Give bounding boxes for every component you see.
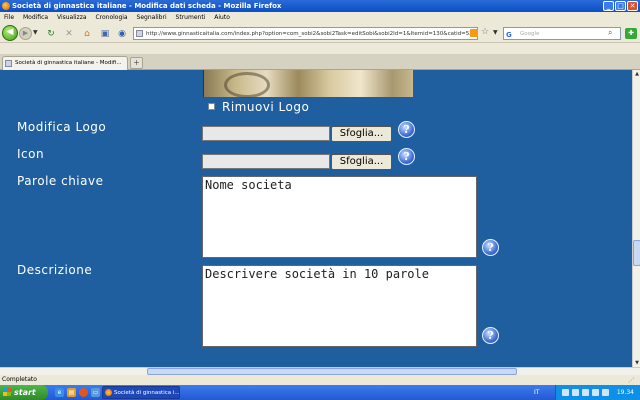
address-bar[interactable]: http://www.ginnasticaitalia.com/index.ph… — [133, 27, 478, 40]
back-button[interactable]: ◀ — [2, 25, 18, 41]
modify-logo-label: Modifica Logo — [17, 120, 107, 134]
addon-icon[interactable]: ◉ — [116, 28, 128, 40]
tab-active[interactable]: Società di ginnastica italiane - Modifi.… — [2, 56, 128, 70]
search-placeholder: Google — [520, 31, 540, 37]
quicklaunch-ie-icon[interactable]: e — [55, 388, 64, 397]
description-label: Descrizione — [17, 263, 93, 277]
tray-network-icon[interactable] — [562, 389, 569, 396]
icon-label: Icon — [17, 147, 45, 161]
menu-cronologia[interactable]: Cronologia — [95, 12, 127, 24]
description-help-icon[interactable]: ? — [482, 327, 499, 344]
tray-volume-icon[interactable] — [572, 389, 579, 396]
toolbar-spacer — [0, 43, 640, 54]
tray-update-icon[interactable] — [592, 389, 599, 396]
menu-file[interactable]: File — [4, 12, 14, 24]
menu-visualizza[interactable]: Visualizza — [57, 12, 87, 24]
language-indicator[interactable]: IT — [534, 385, 539, 400]
keywords-textarea[interactable]: Nome societa — [202, 176, 477, 258]
menu-segnalibri[interactable]: Segnalibri — [137, 12, 167, 24]
bookmark-star-icon[interactable]: ☆ — [481, 27, 489, 42]
search-icon[interactable]: ⌕ — [608, 28, 612, 43]
description-textarea[interactable]: Descrivere società in 10 parole — [202, 265, 477, 347]
forward-button[interactable]: ▶ — [19, 27, 32, 40]
icon-browse-button[interactable]: Sfoglia... — [331, 154, 392, 170]
tray-misc-icon[interactable] — [602, 389, 609, 396]
menu-aiuto[interactable]: Aiuto — [214, 12, 230, 24]
menu-modifica[interactable]: Modifica — [23, 12, 48, 24]
window-titlebar: Società di ginnastica italiane - Modific… — [0, 0, 640, 12]
windows-taskbar: start e ▤ ▭ Società di ginnastica i... I… — [0, 385, 640, 400]
tray-security-icon[interactable] — [582, 389, 589, 396]
status-text: Completato — [2, 376, 37, 383]
stop-icon[interactable]: ✕ — [63, 28, 75, 40]
quicklaunch-folder-icon[interactable]: ▤ — [67, 388, 76, 397]
url-dropdown-icon[interactable]: ▼ — [493, 29, 498, 44]
url-text: http://www.ginnasticaitalia.com/index.ph… — [146, 31, 477, 37]
tray-icons — [562, 389, 609, 396]
tab-favicon-icon — [5, 60, 12, 67]
remove-logo-label: Rimuovi Logo — [222, 100, 310, 114]
tab-label: Società di ginnastica italiane - Modifi.… — [15, 60, 122, 66]
logo-help-icon[interactable]: ? — [398, 121, 415, 138]
current-logo-image — [203, 70, 413, 98]
home-icon[interactable]: ⌂ — [81, 28, 93, 40]
site-favicon-icon — [136, 30, 143, 37]
navigation-toolbar: ◀ ▶ ▼ ↻ ✕ ⌂ ▣ ◉ http://www.ginnasticaita… — [0, 24, 640, 43]
taskbar-firefox-item[interactable]: Società di ginnastica i... — [102, 386, 180, 399]
keywords-help-icon[interactable]: ? — [482, 239, 499, 256]
quicklaunch-desktop-icon[interactable]: ▭ — [91, 388, 100, 397]
logo-browse-button[interactable]: Sfoglia... — [331, 126, 392, 142]
scroll-up-icon[interactable]: ▲ — [633, 71, 640, 77]
vertical-scrollbar[interactable]: ▲ ▼ — [632, 70, 640, 367]
new-tab-button[interactable]: + — [130, 57, 143, 69]
minimize-button[interactable]: _ — [603, 1, 614, 11]
status-bar: Completato ⋰ — [0, 375, 640, 385]
icon-file-input[interactable] — [202, 154, 330, 169]
window-controls: _ □ ✕ — [603, 1, 638, 11]
icon-help-icon[interactable]: ? — [398, 148, 415, 165]
start-label: start — [14, 388, 36, 397]
windows-logo-icon — [3, 388, 11, 396]
logo-file-input[interactable] — [202, 126, 330, 141]
keywords-label: Parole chiave — [17, 174, 104, 188]
reload-icon[interactable]: ↻ — [45, 28, 57, 40]
extension-icon[interactable]: ✚ — [625, 28, 637, 39]
firefox-icon — [2, 2, 10, 10]
maximize-button[interactable]: □ — [615, 1, 626, 11]
start-button[interactable]: start — [0, 385, 48, 400]
horizontal-scrollbar[interactable] — [0, 367, 640, 375]
quicklaunch-firefox-icon[interactable] — [79, 388, 88, 397]
scroll-down-icon[interactable]: ▼ — [633, 360, 640, 366]
taskbar-item-label: Società di ginnastica i... — [114, 390, 180, 396]
bookmark-page-icon[interactable]: ▣ — [99, 28, 111, 40]
close-button[interactable]: ✕ — [627, 1, 638, 11]
menu-bar: File Modifica Visualizza Cronologia Segn… — [0, 12, 640, 24]
google-icon: G — [506, 31, 512, 39]
menu-strumenti[interactable]: Strumenti — [176, 12, 206, 24]
rss-feed-icon[interactable] — [470, 29, 478, 37]
page-content: Rimuovi Logo Modifica Logo Sfoglia... ? … — [0, 70, 632, 367]
clock: 19.34 — [616, 389, 634, 396]
horizontal-scroll-thumb[interactable] — [147, 368, 517, 375]
remove-logo-checkbox[interactable] — [208, 103, 215, 110]
taskbar-firefox-icon — [105, 389, 112, 396]
tab-bar: Società di ginnastica italiane - Modifi.… — [0, 54, 640, 70]
window-title: Società di ginnastica italiane - Modific… — [12, 2, 282, 10]
system-tray: IT 19.34 — [534, 385, 640, 400]
search-input[interactable]: G Google — [503, 27, 621, 40]
history-dropdown-icon[interactable]: ▼ — [33, 29, 38, 44]
vertical-scroll-thumb[interactable] — [633, 240, 640, 266]
